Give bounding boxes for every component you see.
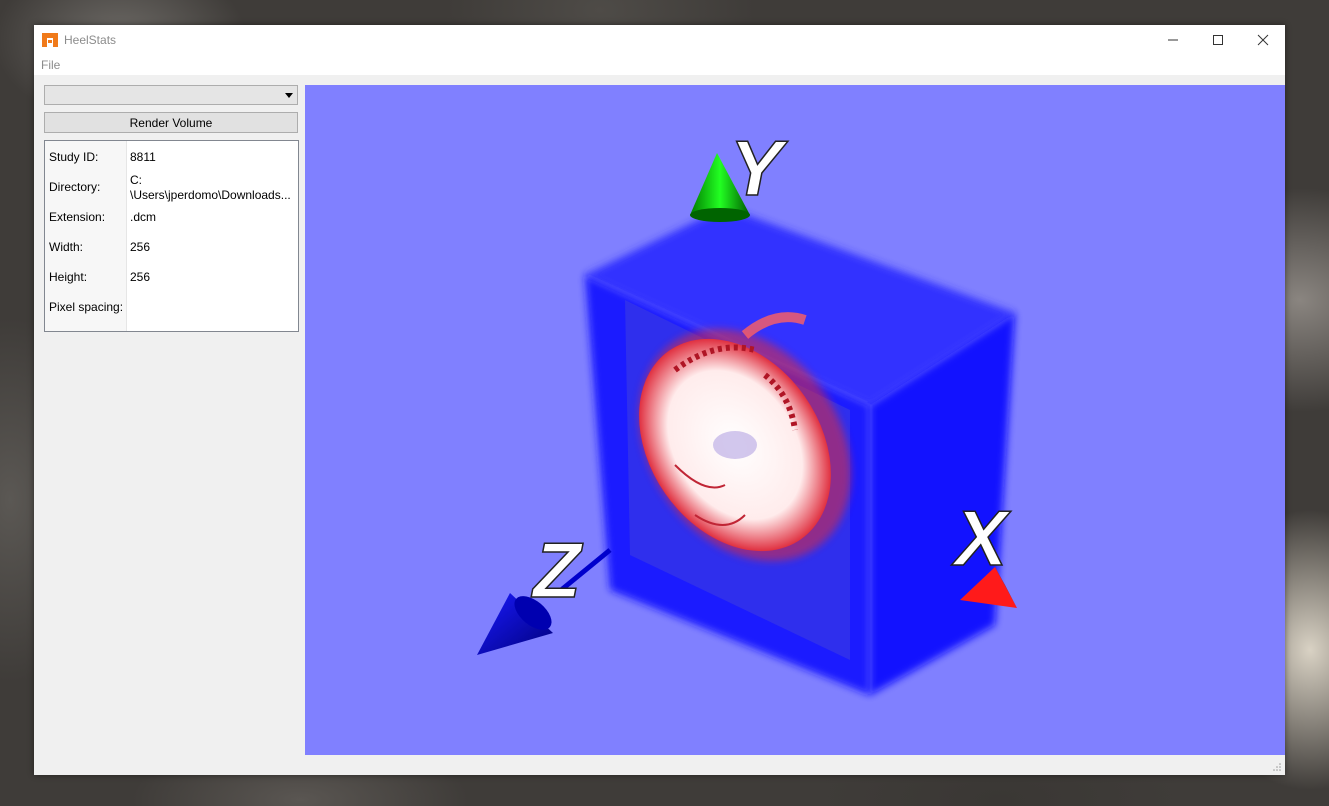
x-axis-label: X — [951, 494, 1011, 582]
info-label: Height: — [49, 270, 88, 284]
render-viewport[interactable]: Y X Z — [305, 85, 1285, 755]
directory-line-1: C: — [130, 173, 142, 187]
dataset-dropdown[interactable] — [44, 85, 298, 105]
info-value: .dcm — [130, 210, 157, 224]
render-volume-button[interactable]: Render Volume — [44, 112, 298, 133]
y-axis-label: Y — [730, 124, 788, 212]
maximize-button[interactable] — [1195, 25, 1240, 55]
volume-scene: Y X Z — [477, 123, 1017, 695]
app-logo-icon — [42, 33, 58, 47]
info-row-pixel-spacing: Pixel spacing: — [45, 291, 298, 321]
info-row-directory: Directory: C: \Users\jperdomo\Downloads.… — [45, 171, 298, 203]
z-axis-label: Z — [531, 526, 584, 614]
info-label: Directory: — [49, 180, 101, 194]
info-value: 256 — [130, 240, 151, 254]
maximize-icon — [1212, 35, 1223, 45]
close-button[interactable] — [1240, 25, 1285, 55]
study-info-table: Study ID: 8811 Directory: C: \Users\jper… — [44, 140, 299, 332]
menu-bar: File — [34, 55, 1285, 75]
close-icon — [1257, 34, 1268, 46]
menu-file[interactable]: File — [41, 58, 60, 72]
directory-line-2: \Users\jperdomo\Downloads... — [130, 188, 291, 202]
minimize-icon — [1167, 39, 1178, 41]
info-label: Width: — [49, 240, 84, 254]
title-bar: HeelStats — [34, 25, 1285, 55]
resize-grip-icon[interactable] — [1272, 762, 1282, 772]
info-value: 256 — [130, 270, 151, 284]
info-row-height: Height: 256 — [45, 261, 298, 291]
minimize-button[interactable] — [1150, 25, 1195, 55]
info-label: Pixel spacing: — [49, 300, 124, 314]
info-row-width: Width: 256 — [45, 231, 298, 261]
info-row-study-id: Study ID: 8811 — [45, 141, 298, 171]
window-title: HeelStats — [64, 33, 117, 47]
info-value: C: \Users\jperdomo\Downloads... — [130, 173, 296, 203]
info-label: Extension: — [49, 210, 106, 224]
info-row-extension: Extension: .dcm — [45, 201, 298, 231]
info-label: Study ID: — [49, 150, 99, 164]
info-value: 8811 — [130, 150, 156, 164]
dropdown-arrow-icon — [285, 93, 293, 98]
app-window: HeelStats File Render Volume Study ID: 8… — [34, 25, 1285, 775]
